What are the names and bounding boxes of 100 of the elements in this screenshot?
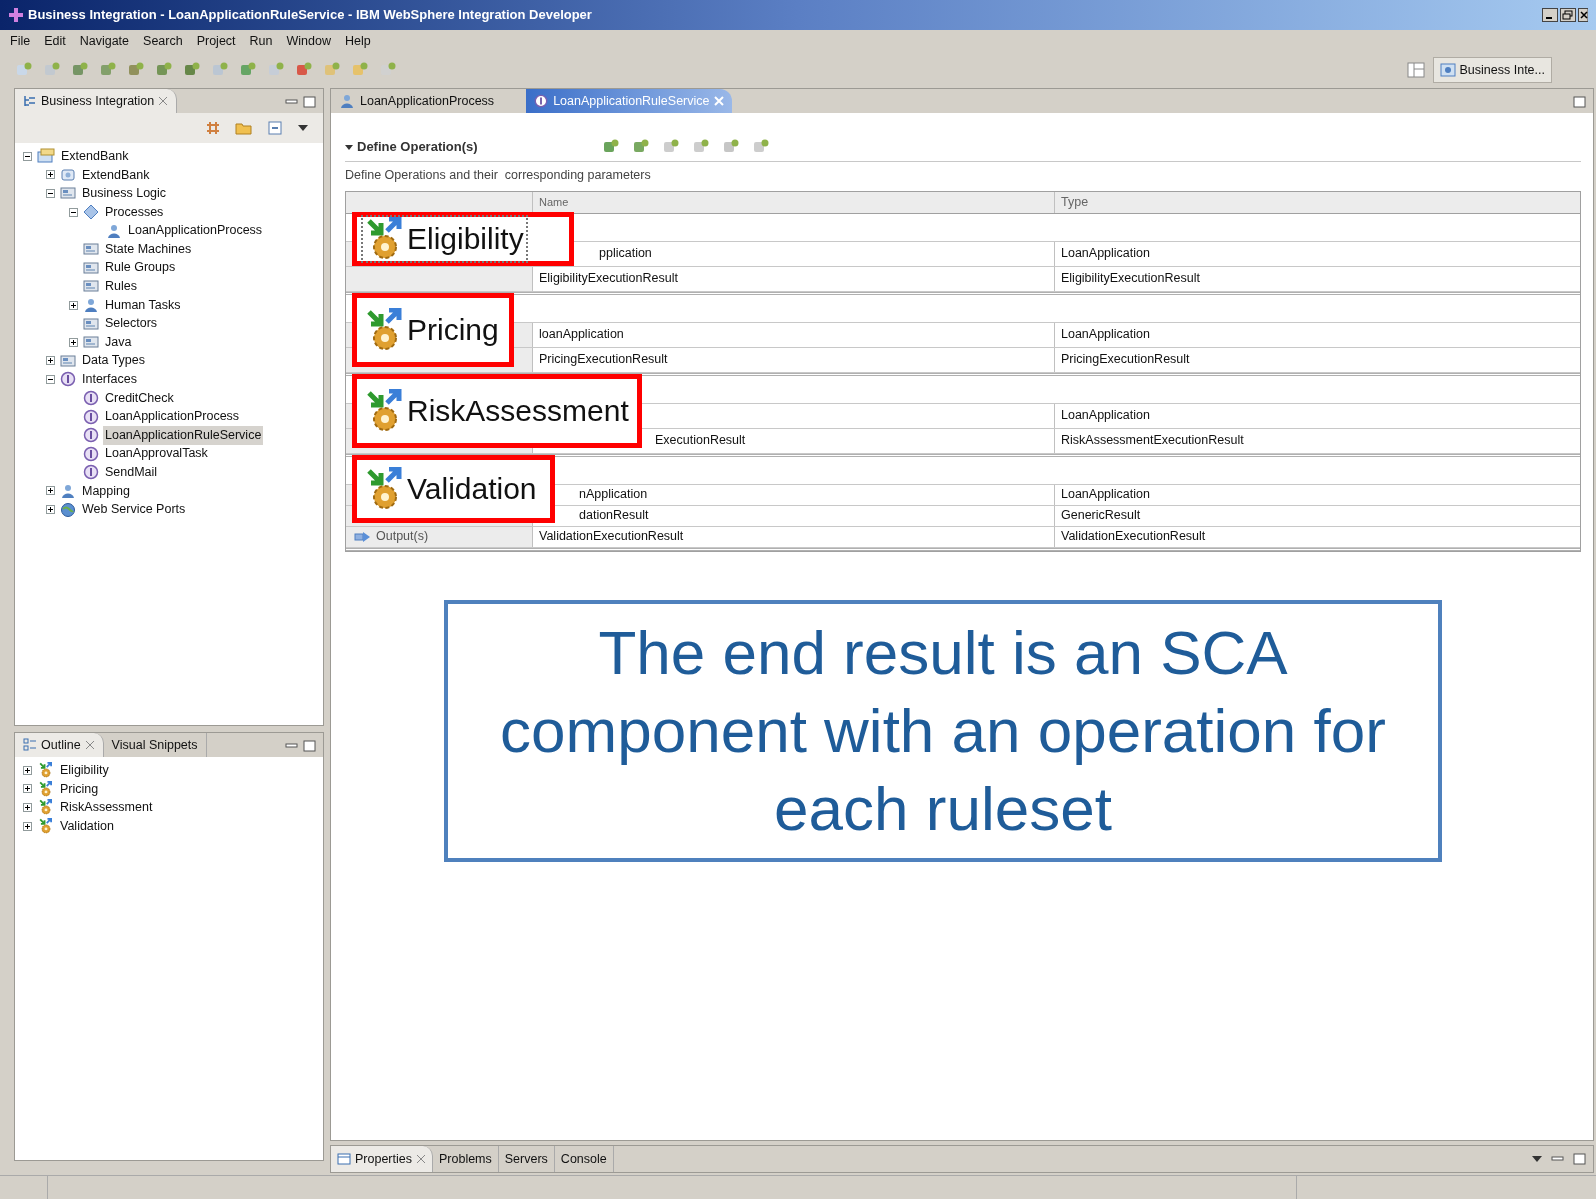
expand-icon[interactable]	[23, 803, 32, 812]
dropdown-icon[interactable]	[297, 124, 309, 132]
menu-item[interactable]: Project	[196, 31, 236, 51]
tab-label: Outline	[41, 736, 81, 754]
parameter-type: LoanApplication	[1061, 245, 1150, 263]
column-header[interactable]: Type	[1061, 192, 1089, 212]
perspective-button[interactable]: Business Inte...	[1432, 57, 1552, 83]
tree-item[interactable]: Java	[103, 332, 134, 352]
operation-callout[interactable]: Validation	[352, 454, 555, 523]
parameter-kind-label: Output(s)	[376, 528, 429, 546]
minimize-icon[interactable]	[1542, 8, 1558, 22]
parameter-name: dationResult	[579, 507, 649, 525]
expand-icon[interactable]	[46, 486, 55, 496]
parameter-type: PricingExecutionResult	[1061, 351, 1190, 369]
tree-item[interactable]: Data Types	[80, 351, 147, 371]
interface-icon	[60, 371, 76, 388]
bottom-tab[interactable]: Servers	[498, 1146, 555, 1172]
tree-item[interactable]: ExtendBank	[59, 146, 131, 166]
collapse-icon[interactable]	[46, 374, 55, 384]
interface-icon	[83, 445, 99, 462]
tree-item[interactable]: LoanApplicationRuleService	[103, 425, 264, 445]
maximize-icon[interactable]	[303, 740, 317, 752]
maximize-icon[interactable]	[1573, 1153, 1587, 1165]
outline-item[interactable]: Validation	[60, 816, 114, 836]
perspective-icon[interactable]	[1406, 61, 1425, 79]
parameter-type: EligibilityExecutionResult	[1061, 270, 1200, 288]
tree-item[interactable]: Business Logic	[80, 184, 169, 203]
parameter-row[interactable]: EligibilityExecutionResult EligibilityExecutionResult	[346, 266, 1580, 292]
interface-icon	[83, 408, 99, 425]
menu-item[interactable]: Navigate	[79, 31, 130, 51]
restore-icon[interactable]	[1560, 8, 1576, 22]
menu-item[interactable]: Help	[344, 31, 371, 51]
operation-callout[interactable]: Eligibility	[352, 211, 574, 266]
bottom-tab[interactable]: Properties	[331, 1146, 433, 1172]
maximize-icon[interactable]	[1573, 96, 1587, 108]
parameter-row[interactable]: Output(s) ValidationExecutionResult ValidationExecutionResult	[346, 526, 1580, 548]
expand-icon[interactable]	[46, 505, 55, 515]
grid-icon[interactable]	[205, 120, 221, 136]
parameter-type: LoanApplication	[1061, 326, 1150, 344]
tree-item[interactable]: Processes	[103, 202, 166, 222]
outline-item[interactable]: Pricing	[60, 779, 99, 799]
tree-item[interactable]: Interfaces	[80, 370, 139, 389]
bottom-tab[interactable]: Console	[554, 1146, 614, 1172]
person-icon	[83, 297, 99, 314]
tree-item[interactable]: ExtendBank	[80, 165, 152, 185]
tree-item[interactable]: Human Tasks	[103, 295, 183, 315]
tree-item[interactable]: Web Service Ports	[80, 500, 188, 519]
operation-callout[interactable]: Pricing	[352, 292, 514, 367]
menu-item[interactable]: Edit	[44, 31, 66, 51]
interface-icon	[534, 94, 549, 108]
expand-icon[interactable]	[23, 765, 32, 775]
tree-item[interactable]: Rule Groups	[103, 258, 178, 278]
gear-icon	[38, 818, 54, 835]
interface-icon	[83, 427, 99, 444]
tree-item[interactable]: State Machines	[103, 239, 194, 259]
section-description: Define Operations and their corresponding parameters	[345, 167, 652, 184]
tree-item[interactable]: Selectors	[103, 314, 160, 333]
tree-item[interactable]: LoanApprovalTask	[103, 444, 210, 464]
gear-icon	[365, 388, 405, 433]
tab-label: Servers	[504, 1150, 548, 1168]
expand-icon[interactable]	[23, 784, 32, 794]
collapse-all-icon[interactable]	[267, 120, 283, 136]
expand-icon[interactable]	[46, 356, 55, 366]
expand-icon[interactable]	[69, 337, 78, 347]
tab-label: Visual Snippets	[111, 736, 198, 754]
folder-icon	[83, 315, 99, 332]
collapse-icon[interactable]	[23, 151, 32, 161]
dropdown-icon[interactable]	[1531, 1155, 1543, 1163]
menu-item[interactable]: Search	[143, 31, 183, 51]
close-icon[interactable]	[1578, 8, 1588, 22]
expand-icon[interactable]	[23, 821, 32, 831]
panel-tab[interactable]: Business Integration	[15, 89, 178, 113]
properties-icon	[337, 1153, 351, 1165]
collapse-icon[interactable]	[69, 207, 78, 217]
operation-callout[interactable]: RiskAssessment	[352, 373, 642, 448]
parameter-name: pplication	[599, 245, 652, 263]
tree-item[interactable]: LoanApplicationProcess	[103, 407, 242, 426]
bottom-tab[interactable]: Problems	[433, 1146, 499, 1172]
column-header[interactable]: Name	[539, 194, 569, 211]
diamond-icon	[83, 204, 99, 221]
tree-item[interactable]: LoanApplicationProcess	[126, 221, 265, 241]
maximize-icon[interactable]	[303, 96, 317, 108]
tree-item[interactable]: Rules	[103, 277, 139, 296]
caret-icon[interactable]	[345, 143, 353, 151]
tree-item[interactable]: Mapping	[80, 481, 132, 501]
collapse-icon[interactable]	[46, 189, 55, 198]
menu-item[interactable]: File	[10, 31, 31, 51]
menu-item[interactable]: Run	[249, 31, 273, 51]
tab-label: Problems	[439, 1150, 492, 1168]
parameter-type: GenericResult	[1061, 507, 1141, 525]
expand-icon[interactable]	[46, 170, 55, 180]
menu-item[interactable]: Window	[286, 31, 331, 51]
folder-icon[interactable]	[235, 120, 253, 136]
tree-item[interactable]: SendMail	[103, 463, 160, 482]
expand-icon[interactable]	[69, 300, 78, 310]
panel-tab[interactable]: Outline	[15, 733, 104, 757]
outline-item[interactable]: Eligibility	[60, 760, 109, 780]
parameter-type: LoanApplication	[1061, 486, 1150, 504]
outline-item[interactable]: RiskAssessment	[60, 798, 153, 817]
tree-item[interactable]: CreditCheck	[103, 388, 176, 408]
